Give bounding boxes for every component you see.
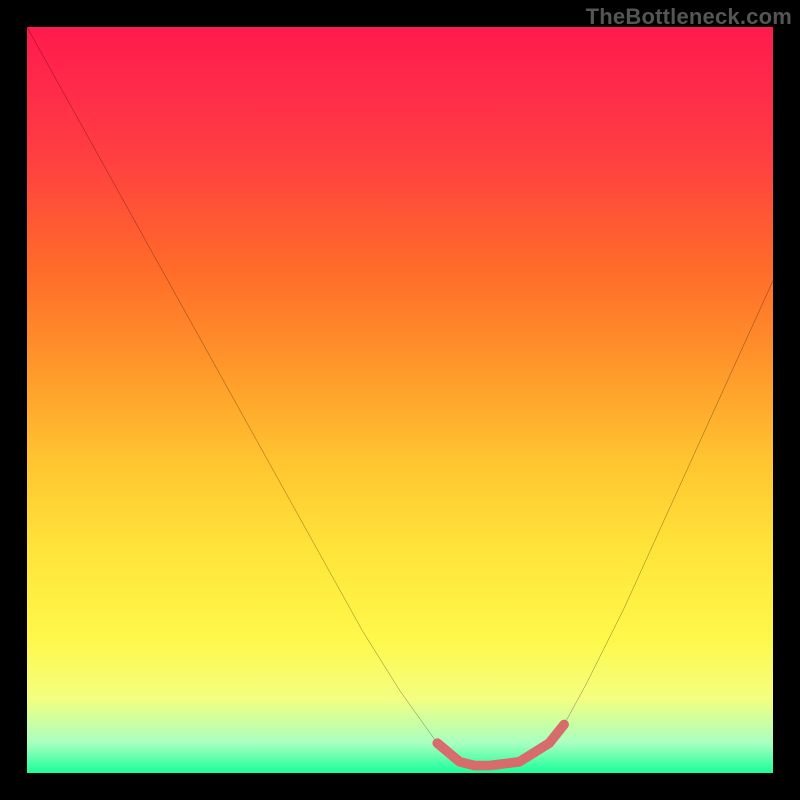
bottleneck-curve-line — [27, 27, 773, 766]
bottleneck-chart — [27, 27, 773, 773]
chart-svg-layer — [27, 27, 773, 773]
optimal-band-line — [437, 725, 564, 766]
